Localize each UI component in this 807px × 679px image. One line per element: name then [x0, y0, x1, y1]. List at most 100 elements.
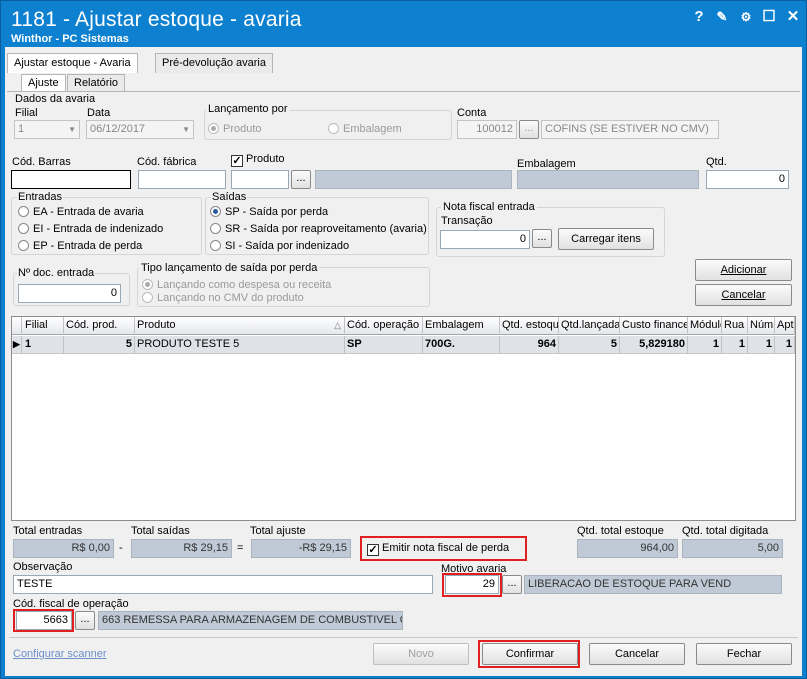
cancelar-button[interactable]: Cancelar: [589, 643, 685, 665]
transacao-lookup-button[interactable]: ...: [532, 229, 552, 248]
qtd-total-digitada-field: 5,00: [682, 539, 783, 558]
tab-pre-devolucao[interactable]: Pré-devolução avaria: [155, 53, 273, 73]
novo-button[interactable]: Novo: [373, 643, 469, 665]
radio-icon: [210, 206, 221, 217]
radio-ea[interactable]: EA - Entrada de avaria: [18, 206, 144, 218]
col-embalagem[interactable]: Embalagem: [423, 317, 500, 335]
radio-si-label: SI - Saída por indenizado: [225, 240, 350, 252]
radio-sr[interactable]: SR - Saída por reaproveitamento (avaria): [210, 223, 427, 235]
conta-field[interactable]: 100012: [457, 120, 517, 139]
edit-icon[interactable]: ✎: [711, 7, 733, 27]
qtd-input[interactable]: 0: [706, 170, 789, 189]
col-produto[interactable]: Produto △: [135, 317, 345, 335]
adicionar-button[interactable]: Adicionar: [695, 259, 792, 281]
total-ajuste-label: Total ajuste: [250, 525, 306, 537]
saidas-label: Saídas: [211, 191, 248, 203]
tab-relatorio[interactable]: Relatório: [67, 74, 126, 92]
entradas-label: Entradas: [17, 191, 64, 203]
cancelar-item-button[interactable]: Cancelar: [695, 284, 792, 306]
radio-icon: [18, 240, 29, 251]
settings-icon[interactable]: ⚙: [735, 7, 757, 27]
conta-lookup-button[interactable]: ...: [519, 120, 539, 139]
qtd-total-estoque-label: Qtd. total estoque: [577, 525, 664, 537]
radio-icon: [142, 292, 153, 303]
tab-ajustar-estoque[interactable]: Ajustar estoque - Avaria: [7, 53, 138, 73]
maximize-icon[interactable]: ☐: [758, 7, 780, 27]
radio-ei[interactable]: EI - Entrada de indenizado: [18, 223, 163, 235]
cell-apto: 1: [775, 336, 795, 354]
data-select[interactable]: 06/12/2017 ▼: [86, 120, 194, 139]
produto-lookup-button[interactable]: ...: [291, 170, 311, 189]
configurar-scanner-link[interactable]: Configurar scanner: [13, 648, 107, 660]
highlight-motivo: [442, 573, 502, 597]
chevron-down-icon: ▼: [68, 125, 76, 134]
radio-icon: [210, 223, 221, 234]
radio-embalagem[interactable]: Embalagem: [328, 123, 402, 135]
col-cod-prod[interactable]: Cód. prod.: [64, 317, 135, 335]
col-qtd-lancada[interactable]: Qtd.lançada: [559, 317, 620, 335]
radio-produto[interactable]: Produto: [208, 123, 262, 135]
help-icon[interactable]: ?: [688, 7, 710, 27]
col-modulo[interactable]: Módulo: [688, 317, 722, 335]
highlight-confirmar: [478, 640, 580, 668]
col-rua[interactable]: Rua: [722, 317, 748, 335]
minus-sign: -: [119, 542, 123, 554]
conta-desc-field: COFINS (SE ESTIVER NO CMV): [541, 120, 719, 139]
col-custo-financeiro[interactable]: Custo financeiro: [620, 317, 688, 335]
radio-ei-label: EI - Entrada de indenizado: [33, 223, 164, 235]
cfop-lookup-button[interactable]: ...: [75, 611, 95, 630]
sort-asc-icon: △: [334, 320, 341, 330]
cod-fabrica-input[interactable]: [138, 170, 226, 189]
window-title: 1181 - Ajustar estoque - avaria: [11, 8, 302, 31]
table-row[interactable]: ▶ 1 5 PRODUTO TESTE 5 SP 700G. 964 5 5,8…: [12, 336, 795, 354]
col-apto[interactable]: Apto: [775, 317, 795, 335]
cell-num: 1: [748, 336, 775, 354]
client-area: Ajustar estoque - Avaria Pré-devolução a…: [5, 47, 802, 676]
radio-despesa[interactable]: Lançando como despesa ou receita: [142, 279, 331, 291]
transacao-input[interactable]: 0: [440, 230, 530, 249]
cell-qtd-estoque: 964: [500, 336, 559, 354]
motivo-desc-field: LIBERACAO DE ESTOQUE PARA VEND: [524, 575, 782, 594]
radio-icon: [328, 123, 339, 134]
close-icon[interactable]: ✕: [782, 7, 804, 27]
radio-despesa-label: Lançando como despesa ou receita: [157, 279, 332, 291]
total-ajuste-field: -R$ 29,15: [251, 539, 351, 558]
cell-modulo: 1: [688, 336, 722, 354]
total-entradas-label: Total entradas: [13, 525, 83, 537]
cod-barras-input[interactable]: [11, 170, 131, 189]
qtd-label: Qtd.: [706, 156, 727, 168]
radio-si[interactable]: SI - Saída por indenizado: [210, 240, 349, 252]
title-bar: 1181 - Ajustar estoque - avaria Winthor …: [1, 1, 806, 47]
radio-sp[interactable]: SP - Saída por perda: [210, 206, 328, 218]
data-label: Data: [87, 107, 111, 119]
row-pointer-icon: ▶: [12, 336, 22, 354]
num-doc-input[interactable]: 0: [18, 284, 121, 303]
radio-icon: [210, 240, 221, 251]
col-num[interactable]: Núm: [748, 317, 775, 335]
embalagem-field: [517, 170, 699, 189]
radio-ep[interactable]: EP - Entrada de perda: [18, 240, 142, 252]
col-cod-operacao[interactable]: Cód. operação: [345, 317, 423, 335]
tab-ajuste[interactable]: Ajuste: [21, 74, 66, 92]
radio-cmv[interactable]: Lançando no CMV do produto: [142, 292, 304, 304]
filial-select[interactable]: 1 ▼: [14, 120, 80, 139]
cell-custo-financeiro: 5,829180: [620, 336, 688, 354]
radio-ep-label: EP - Entrada de perda: [33, 240, 143, 252]
observacao-input[interactable]: TESTE: [13, 575, 433, 594]
produto-input[interactable]: [231, 170, 289, 189]
carregar-itens-button[interactable]: Carregar itens: [558, 228, 654, 250]
motivo-lookup-button[interactable]: ...: [502, 575, 522, 594]
radio-icon: [18, 206, 29, 217]
col-filial[interactable]: Filial: [23, 317, 64, 335]
cell-rua: 1: [722, 336, 748, 354]
filial-value: 1: [18, 123, 25, 135]
cell-qtd-lancada: 5: [559, 336, 620, 354]
nota-fiscal-label: Nota fiscal entrada: [441, 201, 537, 213]
cell-embalagem: 700G.: [423, 336, 500, 354]
fechar-button[interactable]: Fechar: [696, 643, 792, 665]
radio-produto-label: Produto: [223, 123, 262, 135]
total-saidas-label: Total saídas: [131, 525, 190, 537]
produto-checkbox[interactable]: ✓ Produto: [231, 153, 285, 167]
row-selector-header: [12, 317, 22, 335]
col-qtd-estoque[interactable]: Qtd. estoque: [500, 317, 559, 335]
